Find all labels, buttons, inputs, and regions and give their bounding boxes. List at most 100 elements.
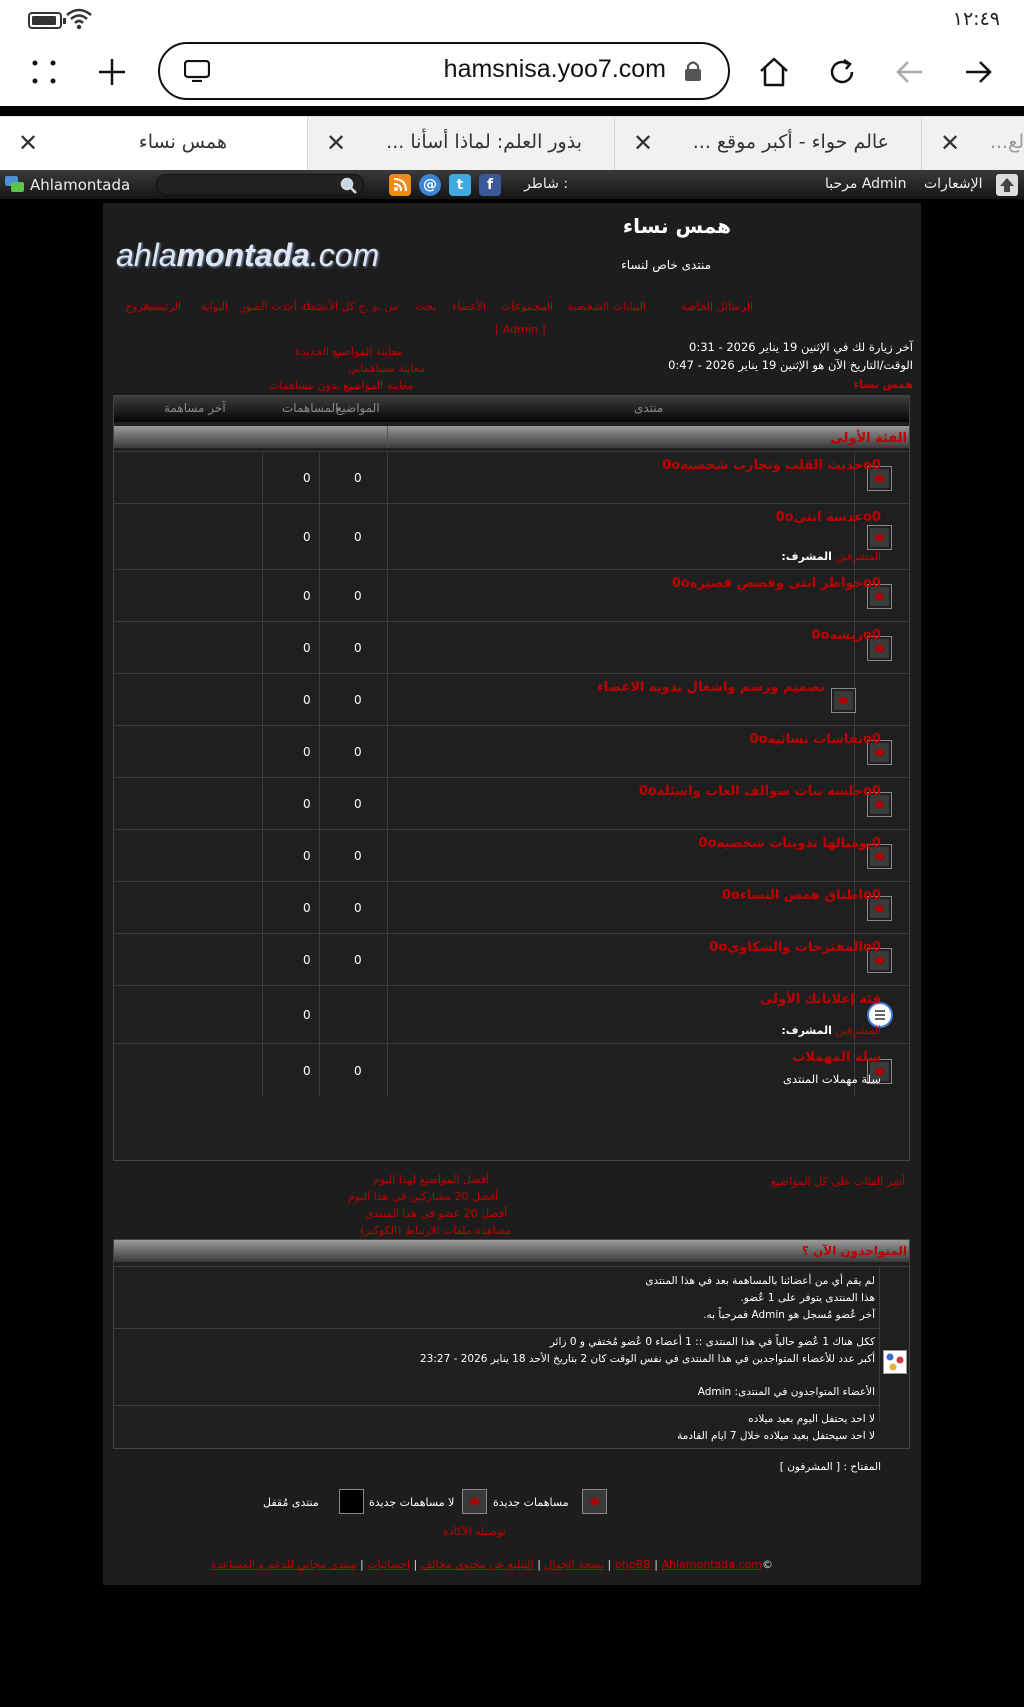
forum-name[interactable]: سلة المهملات — [792, 1050, 881, 1065]
tab-strip: ✕ همس نساء ✕ بذور العلم: لماذا أسأنا ...… — [0, 116, 1024, 171]
tab-active[interactable]: ✕ همس نساء — [0, 117, 308, 171]
forum-row[interactable]: o0عدسه انثى0o المشرفين المشرف: 0 0 — [114, 503, 909, 569]
tab[interactable]: ✕ عالم حواء - أكبر موقع ... — [615, 117, 922, 171]
col-topics: المواضيع — [336, 401, 380, 415]
nav-groups[interactable]: المجموعات — [501, 300, 553, 313]
new-tab-icon[interactable] — [90, 50, 134, 94]
brand-link[interactable]: Ahlamontada — [30, 176, 130, 194]
forum-row[interactable]: تصميم ورسم واشغال يدويه الاعضاء 0 0 — [114, 673, 909, 725]
forum-name[interactable]: 0يوميالها تدوينات شخصيه0o — [699, 836, 881, 851]
whos-online-panel: المتواجدون الآن ؟ لم يقم أي من أعضائنا ب… — [113, 1239, 910, 1449]
rss-icon[interactable] — [389, 174, 411, 196]
nav-activity[interactable]: كل الأنشطة — [301, 300, 355, 313]
top-members-link[interactable]: أفضل 20 عضو في هذا المنتدى — [365, 1207, 507, 1220]
footer-links: نسخة الجوال | التبليغ عن محتوى مخالف | إ… — [211, 1558, 773, 1571]
twitter-icon[interactable]: t — [449, 174, 471, 196]
tab[interactable]: ✕ بذور العلم: لماذا أسأنا ... — [308, 117, 615, 171]
tab[interactable]: ✕ لع... — [922, 117, 1024, 171]
nav-portal[interactable]: البوابة — [201, 300, 228, 313]
close-icon[interactable]: ✕ — [326, 129, 346, 157]
nav-profile[interactable]: البيانات الشخصية — [567, 300, 646, 313]
forum-name[interactable]: o0اطباق همس النساء0o — [722, 888, 881, 903]
site-logo[interactable]: ahlamontada.com — [116, 237, 379, 274]
online-title[interactable]: المتواجدون الآن ؟ — [802, 1244, 907, 1258]
nav-latest-images[interactable]: أحدث الصور — [241, 300, 297, 313]
address-bar[interactable]: hamsnisa.yoo7.com — [158, 42, 730, 100]
nav-logout-label[interactable]: خروج — [125, 300, 150, 313]
facebook-icon[interactable]: f — [479, 174, 501, 196]
search-input[interactable] — [156, 174, 364, 195]
nav-private-messages[interactable]: الرسائل الخاصة — [681, 300, 753, 313]
menu-dots-icon[interactable] — [22, 50, 66, 94]
legend-new: مساهمات جديدة — [493, 1496, 569, 1509]
scroll-top-button[interactable] — [996, 174, 1018, 196]
email-icon[interactable]: @ — [419, 174, 441, 196]
legend-locked: منتدى مُقفل — [263, 1496, 319, 1509]
col-posts: المساهمات — [282, 401, 339, 415]
forum-name[interactable]: تصميم ورسم واشغال يدويه الاعضاء — [597, 680, 825, 695]
reload-link[interactable]: توصيلة الأكادة — [443, 1525, 506, 1538]
post-count: 0 — [303, 901, 311, 915]
forum-row[interactable]: 0يوميالها تدوينات شخصيه0o 0 0 — [114, 829, 909, 881]
forum-name[interactable]: o0عدسه انثى0o — [776, 510, 881, 525]
forum-row[interactable]: o0جلسه بنات سوالف العاب واسئلة0o 0 0 — [114, 777, 909, 829]
cookies-link[interactable]: مشاهدة ملفات الارتباط (الكوكيز) — [360, 1224, 512, 1237]
wifi-icon — [66, 8, 92, 30]
forum-row[interactable]: سلة المهملات سلة مهملات المنتدى 0 0 — [114, 1043, 909, 1097]
nav-faq[interactable]: س .و .ج — [358, 300, 398, 313]
forum-name[interactable]: o0جلسه بنات سوالف العاب واسئلة0o — [639, 784, 881, 799]
back-icon[interactable] — [888, 50, 932, 94]
nav-logout-user[interactable]: [ Admin ] — [495, 323, 546, 336]
nav-search[interactable]: بحث — [415, 300, 436, 313]
forum-name[interactable]: o0المقترحات والشكاوي0o — [709, 940, 881, 955]
url-text[interactable]: hamsnisa.yoo7.com — [444, 55, 666, 84]
forum-row[interactable]: فئة إعلاناتك الأولى المشرفين المشرف: 0 — [114, 985, 909, 1043]
top-topics-today-link[interactable]: أفضل المواضيع لهذا اليوم — [373, 1173, 489, 1186]
post-count: 0 — [303, 745, 311, 759]
close-icon[interactable]: ✕ — [18, 129, 38, 157]
arrow-up-icon — [1000, 178, 1014, 192]
category-title[interactable]: الفئة الأولى — [830, 431, 907, 446]
forum-status-icon — [867, 525, 892, 550]
forum-row[interactable]: o0ريشه0o 0 0 — [114, 621, 909, 673]
current-time: الوقت/التاريخ الآن هو الإثنين 19 يناير 2… — [668, 358, 913, 372]
forum-row[interactable]: o0حديث القلب وتجارب شخصيه0o 0 0 — [114, 451, 909, 503]
top-posters-today-link[interactable]: أفضل 20 مشاركين في هذا اليوم — [348, 1190, 498, 1203]
topic-count: 0 — [354, 471, 362, 485]
post-count: 0 — [303, 589, 311, 603]
mark-read-link[interactable]: أشِر الفئات على كل المواضيع — [771, 1175, 905, 1188]
forum-row[interactable]: o0المقترحات والشكاوي0o 0 0 — [114, 933, 909, 985]
forum-moderator: المشرفين المشرف: — [781, 550, 881, 563]
forum-name[interactable]: o0خواطر انثى وقصص قصيره0o — [672, 576, 881, 591]
reload-icon[interactable] — [820, 50, 864, 94]
col-forum: منتدى — [634, 401, 664, 415]
notifications-link[interactable]: الإشعارات — [924, 176, 982, 192]
moderator-link[interactable]: المشرفين — [835, 550, 881, 563]
close-icon[interactable]: ✕ — [940, 129, 960, 157]
view-my-posts-link[interactable]: معاينة مساهماتي — [348, 362, 425, 375]
close-icon[interactable]: ✕ — [633, 129, 653, 157]
forum-name[interactable]: o0ريشه0o — [812, 628, 881, 643]
forum-row[interactable]: o0اطباق همس النساء0o 0 0 — [114, 881, 909, 933]
welcome-link[interactable]: مرحبا Admin — [825, 176, 906, 192]
view-unanswered-link[interactable]: معاينة المواضيع بدون مساهمات — [269, 379, 414, 392]
forum-name[interactable]: o0نقاشات نسائيه0o — [750, 732, 881, 747]
search-icon[interactable] — [339, 176, 357, 194]
topic-count: 0 — [354, 901, 362, 915]
moderator-link[interactable]: المشرفين — [835, 1024, 881, 1037]
view-new-topics-link[interactable]: معاينة المواضيع الجديدة — [295, 345, 403, 358]
breadcrumb[interactable]: همس نساء — [854, 378, 913, 391]
forward-icon[interactable] — [956, 50, 1000, 94]
post-count: 0 — [303, 530, 311, 544]
post-count: 0 — [303, 641, 311, 655]
forum-name[interactable]: o0حديث القلب وتجارب شخصيه0o — [662, 458, 881, 473]
forum-row[interactable]: o0خواطر انثى وقصص قصيره0o 0 0 — [114, 569, 909, 621]
forum-name[interactable]: فئة إعلاناتك الأولى — [760, 992, 881, 1007]
nav-members[interactable]: الأعضاء — [452, 300, 486, 313]
home-icon[interactable] — [752, 50, 796, 94]
legend-locked-icon — [339, 1489, 364, 1514]
site-description: منتدى خاص لنساء — [621, 258, 711, 272]
forum-page: ahlamontada.com همس نساء منتدى خاص لنساء… — [103, 203, 921, 1585]
forum-row[interactable]: o0نقاشات نسائيه0o 0 0 — [114, 725, 909, 777]
tab-view-icon[interactable] — [184, 60, 210, 82]
